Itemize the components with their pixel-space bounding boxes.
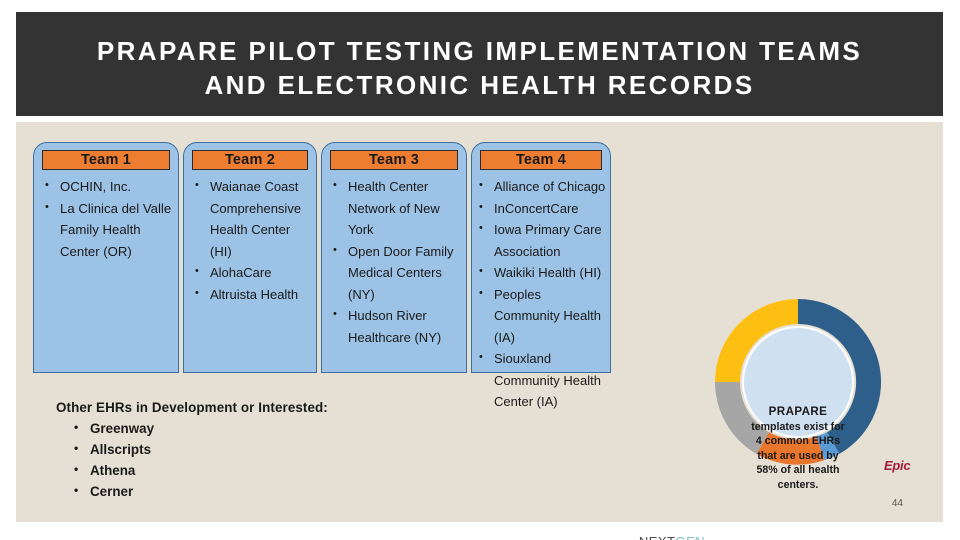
team-2-member-list: Waianae Coast Comprehensive Health Cente… [188,175,313,306]
list-item: Alliance of Chicago [474,175,608,198]
list-item: La Clinica del Valle Family Health Cente… [38,197,175,263]
title-line-2: AND ELECTRONIC HEALTH RECORDS [204,70,755,100]
donut-center-text: PRAPARE templates exist for 4 common EHR… [742,405,854,493]
donut-center-line-2: templates exist for [751,420,845,433]
list-item: Waianae Coast Comprehensive Health Cente… [188,175,313,262]
list-item: AlohaCare [188,261,313,284]
other-ehrs-block: Other EHRs in Development or Interested:… [56,400,456,502]
nextgen-gen-text: GEN [676,534,706,540]
team-box-4: Team 4 Alliance of Chicago InConcertCare… [471,142,611,409]
list-item: OCHIN, Inc. [38,175,175,198]
donut-center-line-6: centers. [777,478,819,491]
list-item: Allscripts [56,438,456,460]
slide-body: Team 1 OCHIN, Inc. La Clinica del Valle … [16,122,943,540]
team-3-header: Team 3 [330,150,458,170]
list-item: Waikiki Health (HI) [474,261,608,284]
list-item: Cerner [56,480,456,502]
list-item: InConcertCare [474,197,608,220]
epic-logo: Epic [884,458,911,473]
team-1-header: Team 1 [42,150,170,170]
list-item: Health Center Network of New York [326,175,463,241]
donut-center-line-3: 4 common EHRs [755,435,841,448]
team-box-1: Team 1 OCHIN, Inc. La Clinica del Valle … [33,142,179,373]
nextgen-wordmark: NEXTGEN [630,534,714,540]
other-ehrs-list: Greenway Allscripts Athena Cerner [56,417,456,502]
team-1-member-list: OCHIN, Inc. La Clinica del Valle Family … [38,175,175,263]
slide: PRAPARE PILOT TESTING IMPLEMENTATION TEA… [0,0,960,540]
list-item: Hudson River Healthcare (NY) [326,304,463,348]
donut-center-line-5: 58% of all health [756,464,840,477]
list-item: Peoples Community Health (IA) [474,283,608,349]
list-item: Open Door Family Medical Centers (NY) [326,240,463,306]
team-box-3: Team 3 Health Center Network of New York… [321,142,467,373]
list-item: Iowa Primary Care Association [474,218,608,262]
other-ehrs-heading: Other EHRs in Development or Interested: [56,400,328,415]
team-2-header: Team 2 [192,150,308,170]
team-4-member-list: Alliance of Chicago InConcertCare Iowa P… [474,175,608,413]
page-title: PRAPARE PILOT TESTING IMPLEMENTATION TEA… [16,34,943,102]
team-box-2: Team 2 Waianae Coast Comprehensive Healt… [183,142,317,373]
donut-center-line-1: PRAPARE [768,405,828,418]
team-3-member-list: Health Center Network of New York Open D… [326,175,463,348]
nextgen-next-text: NEXT [639,534,676,540]
ehr-market-donut-chart: PRAPARE templates exist for 4 common EHR… [630,252,943,540]
list-item: Greenway [56,417,456,439]
team-4-header: Team 4 [480,150,602,170]
title-line-1: PRAPARE PILOT TESTING IMPLEMENTATION TEA… [96,36,863,66]
list-item: Siouxland Community Health Center (IA) [474,347,608,413]
donut-center-line-4: that are used by [757,449,839,462]
team-boxes-group: Team 1 OCHIN, Inc. La Clinica del Valle … [33,142,611,409]
page-number: 44 [891,498,903,509]
title-band: PRAPARE PILOT TESTING IMPLEMENTATION TEA… [16,12,943,116]
nextgen-logo: NEXTGEN HEALTHCARE [630,532,714,540]
list-item: Altruista Health [188,283,313,306]
list-item: Athena [56,459,456,481]
